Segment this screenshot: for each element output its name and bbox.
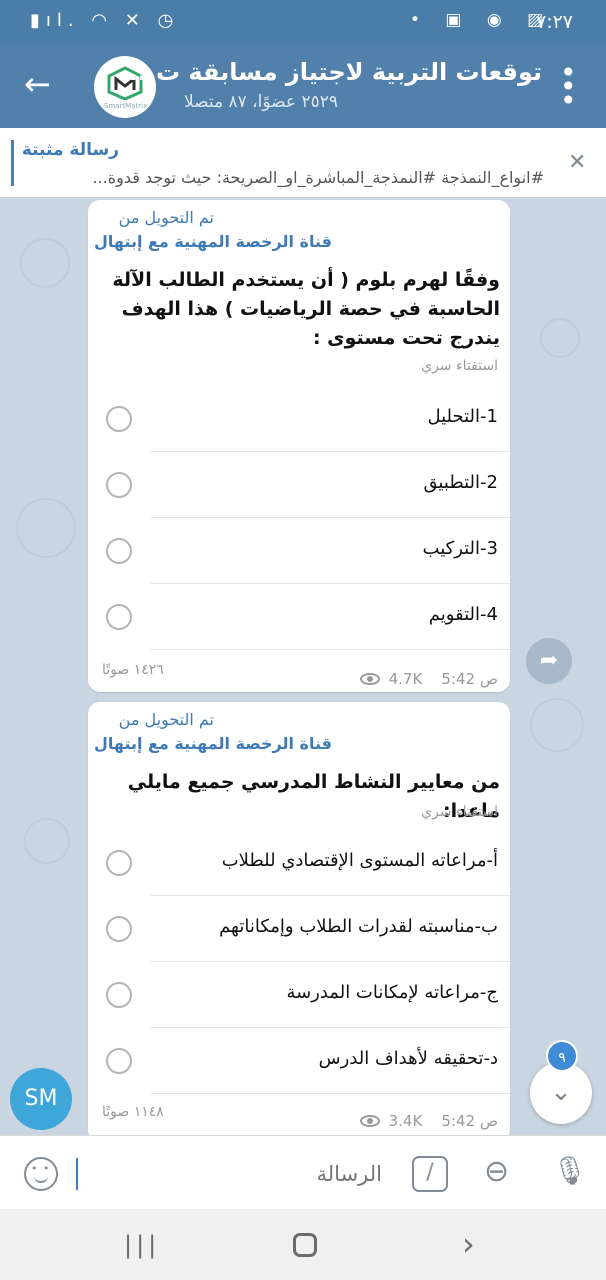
view-count: 4.7K <box>388 670 423 688</box>
status-icons-right: • ▣ ◉ ▨ <box>410 10 554 30</box>
text-caret <box>76 1158 78 1190</box>
poll-votes[interactable]: ١١٤٨ صوتًا <box>102 1104 164 1120</box>
poll-option[interactable]: 3-التركيب <box>88 518 510 584</box>
system-nav-bar: ||| › <box>0 1209 606 1280</box>
poll-option-label: أ-مراعاته المستوى الإقتصادي للطلاب <box>221 850 498 871</box>
channel-subtitle: ٢٥٢٩ عضوًا، ٨٧ متصلا <box>183 92 338 112</box>
radio-button[interactable] <box>106 472 132 498</box>
poll-message[interactable]: تم التحويل من قناة الرخصة المهنية مع إبت… <box>88 200 510 692</box>
poll-option[interactable]: ج-مراعاته لإمكانات المدرسة <box>88 962 510 1028</box>
poll-option[interactable]: 2-التطبيق <box>88 452 510 518</box>
poll-option-label: ب-مناسبته لقدرات الطلاب وإمكاناتهم <box>219 916 498 937</box>
pinned-accent-bar <box>11 140 14 186</box>
poll-question: وفقًا لهرم بلوم ( أن يستخدم الطالب الآلة… <box>112 269 500 349</box>
emoji-icon[interactable] <box>24 1157 58 1191</box>
back-arrow-icon[interactable]: ← <box>24 68 51 100</box>
unread-badge: ٩ <box>546 1040 578 1072</box>
avatar-caption: SmartMatrix <box>104 102 148 110</box>
pinned-message[interactable]: رسالة مثبتة #انواع_النمذجة #النمذجة_المب… <box>0 128 606 198</box>
poll-option-label: 3-التركيب <box>422 538 498 559</box>
attach-icon[interactable]: ⊘ <box>475 1150 518 1193</box>
poll-option-label: 4-التقويم <box>428 604 498 625</box>
poll-option[interactable]: د-تحقيقه لأهداف الدرس <box>88 1028 510 1094</box>
poll-type: استفتاء سري <box>421 804 498 820</box>
channel-title[interactable]: توقعات التربية لاجتياز مسابقة ت... <box>129 58 542 86</box>
message-time: 5:42 ص <box>441 670 498 688</box>
divider <box>150 1093 510 1094</box>
poll-option-label: 2-التطبيق <box>423 472 498 493</box>
background-doodle <box>530 698 584 752</box>
poll-option[interactable]: ب-مناسبته لقدرات الطلاب وإمكاناتهم <box>88 896 510 962</box>
forwarded-label: تم التحويل من <box>118 710 214 729</box>
share-icon[interactable]: ➦ <box>526 638 572 684</box>
radio-button[interactable] <box>106 850 132 876</box>
poll-option[interactable]: أ-مراعاته المستوى الإقتصادي للطلاب <box>88 830 510 896</box>
poll-votes[interactable]: ١٤٢٦ صوتًا <box>102 662 164 678</box>
bot-command-icon[interactable]: / <box>412 1156 448 1192</box>
message-input-bar: / ⊘ 🎙 <box>0 1135 606 1209</box>
radio-button[interactable] <box>106 916 132 942</box>
poll-option-label: ج-مراعاته لإمكانات المدرسة <box>286 982 498 1003</box>
radio-button[interactable] <box>106 982 132 1008</box>
background-doodle <box>20 238 70 288</box>
chat-area[interactable]: تم التحويل من قناة الرخصة المهنية مع إبت… <box>0 198 606 1135</box>
avatar[interactable]: SM <box>10 1068 72 1130</box>
background-doodle <box>540 318 580 358</box>
radio-button[interactable] <box>106 604 132 630</box>
message-meta: 3.4K 5:42 ص <box>359 1112 498 1130</box>
radio-button[interactable] <box>106 1048 132 1074</box>
poll-option[interactable]: 4-التقويم <box>88 584 510 650</box>
status-bar: ▮ıl. ◠ ✕ ◷ • ▣ ◉ ▨ ٧:٢٧ <box>0 0 606 44</box>
radio-button[interactable] <box>106 406 132 432</box>
background-doodle <box>16 498 76 558</box>
forwarded-from[interactable]: قناة الرخصة المهنية مع إبتهال <box>94 232 332 251</box>
poll-type: استفتاء سري <box>421 358 498 374</box>
pinned-text: #انواع_النمذجة #النمذجة_المباشرة_او_الصر… <box>92 168 544 187</box>
poll-message[interactable]: تم التحويل من قناة الرخصة المهنية مع إبت… <box>88 702 510 1135</box>
poll-option-label: د-تحقيقه لأهداف الدرس <box>318 1048 498 1069</box>
radio-button[interactable] <box>106 538 132 564</box>
message-time: 5:42 ص <box>441 1112 498 1130</box>
close-icon[interactable]: ✕ <box>568 150 586 175</box>
eye-icon <box>359 673 380 685</box>
poll-option[interactable]: 1-التحليل <box>88 386 510 452</box>
poll-option-label: 1-التحليل <box>427 406 498 427</box>
eye-icon <box>359 1115 380 1127</box>
message-input[interactable] <box>82 1158 382 1190</box>
background-doodle <box>24 818 70 864</box>
divider <box>150 649 510 650</box>
view-count: 3.4K <box>388 1112 423 1130</box>
chat-header: ← SmartMatrix توقعات التربية لاجتياز مسا… <box>0 44 606 128</box>
recent-apps-icon[interactable]: ||| <box>124 1231 160 1259</box>
nav-back-icon[interactable]: › <box>462 1225 475 1263</box>
forwarded-from[interactable]: قناة الرخصة المهنية مع إبتهال <box>94 734 332 753</box>
forwarded-label: تم التحويل من <box>118 208 214 227</box>
more-menu-icon[interactable]: • • • <box>560 59 577 115</box>
status-time: ٧:٢٧ <box>536 11 574 33</box>
message-meta: 4.7K 5:42 ص <box>359 670 498 688</box>
status-icons-left: ▮ıl. ◠ ✕ ◷ <box>30 10 180 31</box>
microphone-icon[interactable]: 🎙 <box>552 1154 588 1187</box>
home-icon[interactable] <box>293 1233 317 1257</box>
chevron-down-icon: ⌄ <box>550 1077 572 1107</box>
pinned-title: رسالة مثبتة <box>21 140 119 160</box>
